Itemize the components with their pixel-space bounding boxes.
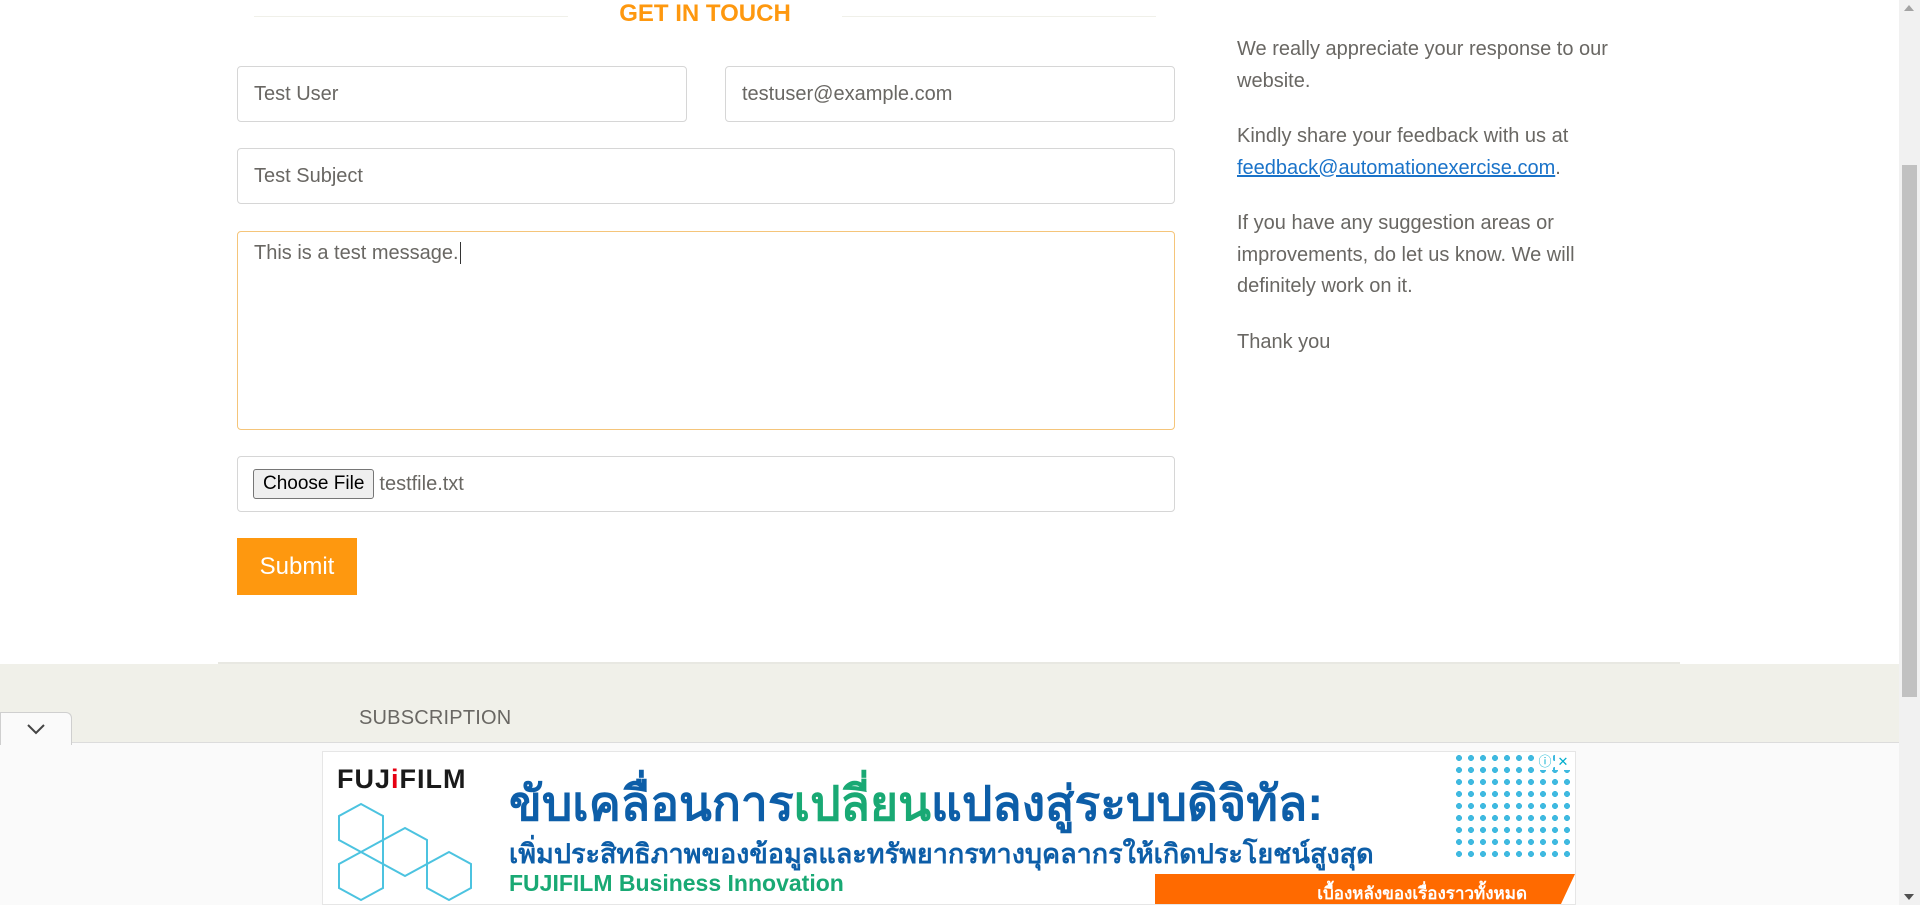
vertical-scrollbar[interactable] (1899, 0, 1920, 905)
submit-button[interactable]: Submit (237, 538, 357, 595)
email-field[interactable]: testuser@example.com (725, 66, 1175, 122)
feedback-thank-you: Thank you (1237, 330, 1331, 353)
name-field-value: Test User (254, 82, 339, 105)
subscription-heading: SUBSCRIPTION (359, 707, 512, 729)
name-field[interactable]: Test User (237, 66, 687, 122)
message-textarea-value: This is a test message. (254, 242, 459, 264)
ad-company-name: FUJIFILM Business Innovation (509, 870, 844, 896)
chevron-down-icon (27, 724, 45, 735)
scroll-down-arrow-icon[interactable] (1904, 894, 1914, 900)
file-upload-field[interactable]: Choose File testfile.txt (237, 456, 1175, 512)
ad-headline-part: แปลงสู่ระบบดิจิทัล: (930, 778, 1324, 831)
footer-widget (0, 664, 1899, 754)
feedback-email-link[interactable]: feedback@automationexercise.com (1237, 157, 1555, 179)
ad-headline-highlight: เปลี่ยน (793, 778, 931, 831)
feedback-text-prefix: Kindly share your feedback with us at (1237, 125, 1569, 147)
ad-subline: เพิ่มประสิทธิภาพของข้อมูลและทรัพยากรทางบ… (509, 839, 1374, 869)
ad-headline: ขับเคลื่อนการเปลี่ยนแปลงสู่ระบบดิจิทัล: (509, 766, 1323, 842)
feedback-paragraph-1: We really appreciate your response to ou… (1237, 38, 1608, 92)
feedback-paragraph-3: If you have any suggestion areas or impr… (1237, 212, 1575, 297)
ad-cta-button[interactable]: เบื้องหลังของเรื่องราวทั้งหมด (1155, 874, 1575, 904)
selected-file-name: testfile.txt (379, 472, 464, 495)
text-caret (459, 242, 461, 264)
scrollbar-thumb[interactable] (1902, 165, 1917, 697)
page: GET IN TOUCH Test User testuser@example.… (0, 0, 1899, 905)
ad-controls: ⓘ ✕ (1537, 754, 1571, 770)
info-icon[interactable]: ⓘ (1537, 754, 1553, 770)
feedback-info: We really appreciate your response to ou… (1237, 34, 1637, 382)
ad-collapse-button[interactable] (0, 712, 72, 745)
ad-cta-label: เบื้องหลังของเรื่องราวทั้งหมด (1317, 884, 1527, 903)
ad-hexagon-graphic (338, 802, 472, 902)
email-field-value: testuser@example.com (742, 82, 953, 105)
contact-heading-row: GET IN TOUCH (254, 0, 1156, 30)
feedback-paragraph-2: Kindly share your feedback with us at fe… (1237, 121, 1637, 184)
close-icon[interactable]: ✕ (1555, 754, 1571, 770)
choose-file-button[interactable]: Choose File (253, 469, 375, 499)
advertisement-banner[interactable]: FUJiFILM ขับเคลื่อนการเปลี่ยนแปลงสู่ระบบ… (322, 751, 1576, 905)
ad-headline-part: ขับเคลื่อนการ (509, 778, 794, 831)
subject-field-value: Test Subject (254, 164, 363, 187)
subject-field[interactable]: Test Subject (237, 148, 1175, 204)
contact-heading: GET IN TOUCH (619, 0, 791, 27)
feedback-text-suffix: . (1555, 156, 1561, 179)
message-textarea[interactable]: This is a test message. (237, 231, 1175, 430)
heading-divider-right (842, 16, 1156, 17)
scroll-up-arrow-icon[interactable] (1904, 5, 1914, 11)
